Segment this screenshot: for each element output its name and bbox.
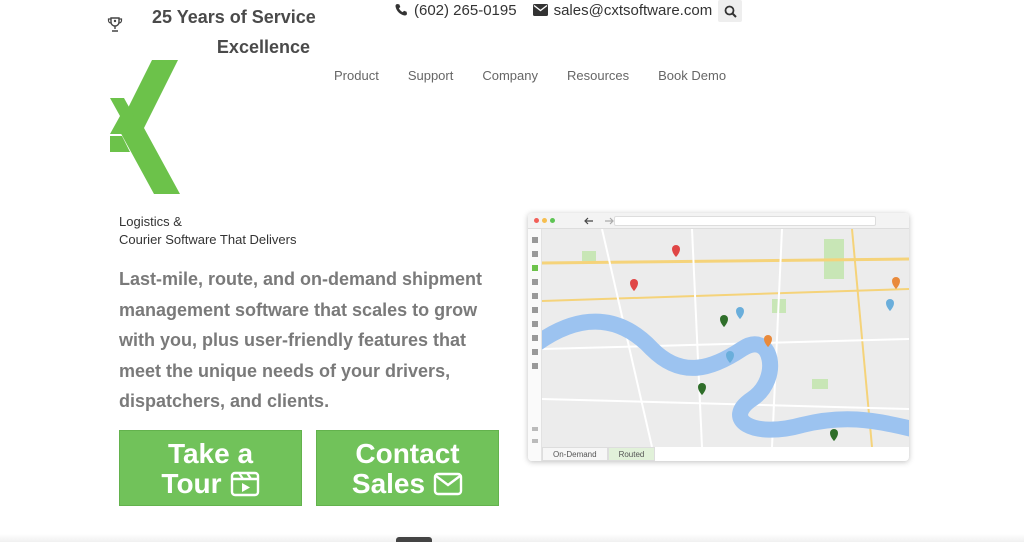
nav-item-product[interactable]: Product [334, 68, 379, 83]
browser-chrome [528, 213, 909, 229]
contact-bar: (602) 265-0195 sales@cxtsoftware.com [394, 0, 728, 20]
contact-label-line-2: Sales [351, 468, 426, 499]
take-a-tour-button[interactable]: Take a Tour [119, 430, 302, 506]
tab-routed[interactable]: Routed [607, 447, 656, 461]
forward-arrow-icon [605, 217, 614, 224]
subtitle-line-2: Courier Software That Delivers [119, 232, 297, 247]
back-arrow-icon [584, 217, 593, 224]
service-tagline: 25 Years of Service Excellence [152, 2, 316, 62]
hero-lead-text: Last-mile, route, and on-demand shipment… [119, 269, 483, 411]
contact-sales-button[interactable]: Contact Sales [316, 430, 499, 506]
envelope-icon [433, 472, 463, 496]
phone-link[interactable]: (602) 265-0195 [394, 2, 517, 19]
tagline-line-2: Excellence [216, 37, 310, 57]
search-button[interactable] [718, 0, 742, 22]
cxt-logo[interactable] [108, 60, 184, 196]
tour-label-line-1: Take a [167, 438, 254, 469]
map-tabs: On-Demand Routed [542, 447, 656, 461]
city-map [542, 229, 909, 447]
map-preview-screenshot: On-Demand Routed [528, 213, 909, 461]
email-address: sales@cxtsoftware.com [553, 1, 713, 19]
sidebar-icons [532, 237, 538, 443]
nav-item-book-demo[interactable]: Book Demo [658, 68, 726, 83]
nav-item-support[interactable]: Support [408, 68, 454, 83]
contact-label-line-1: Contact [355, 438, 460, 469]
email-link[interactable]: sales@cxtsoftware.com [532, 1, 713, 19]
tour-label-line-2: Tour [161, 468, 222, 499]
trophy-icon [107, 17, 123, 32]
url-bar [614, 216, 876, 226]
tab-on-demand[interactable]: On-Demand [542, 447, 608, 461]
map-sidebar [528, 229, 542, 461]
subtitle-line-1: Logistics & [119, 214, 182, 229]
hero-subtitle: Logistics & Courier Software That Delive… [119, 213, 297, 249]
envelope-icon [532, 4, 548, 16]
video-icon [230, 471, 259, 497]
page-divider [0, 534, 1024, 542]
phone-number: (602) 265-0195 [414, 1, 517, 19]
chat-widget-tab[interactable] [396, 537, 432, 542]
nav-item-resources[interactable]: Resources [567, 68, 629, 83]
phone-icon [395, 4, 407, 16]
map-view [542, 229, 909, 447]
main-nav: Product Support Company Resources Book D… [334, 68, 755, 83]
nav-item-company[interactable]: Company [482, 68, 538, 83]
search-icon [724, 5, 737, 18]
tagline-line-1: 25 Years of Service [152, 7, 316, 27]
